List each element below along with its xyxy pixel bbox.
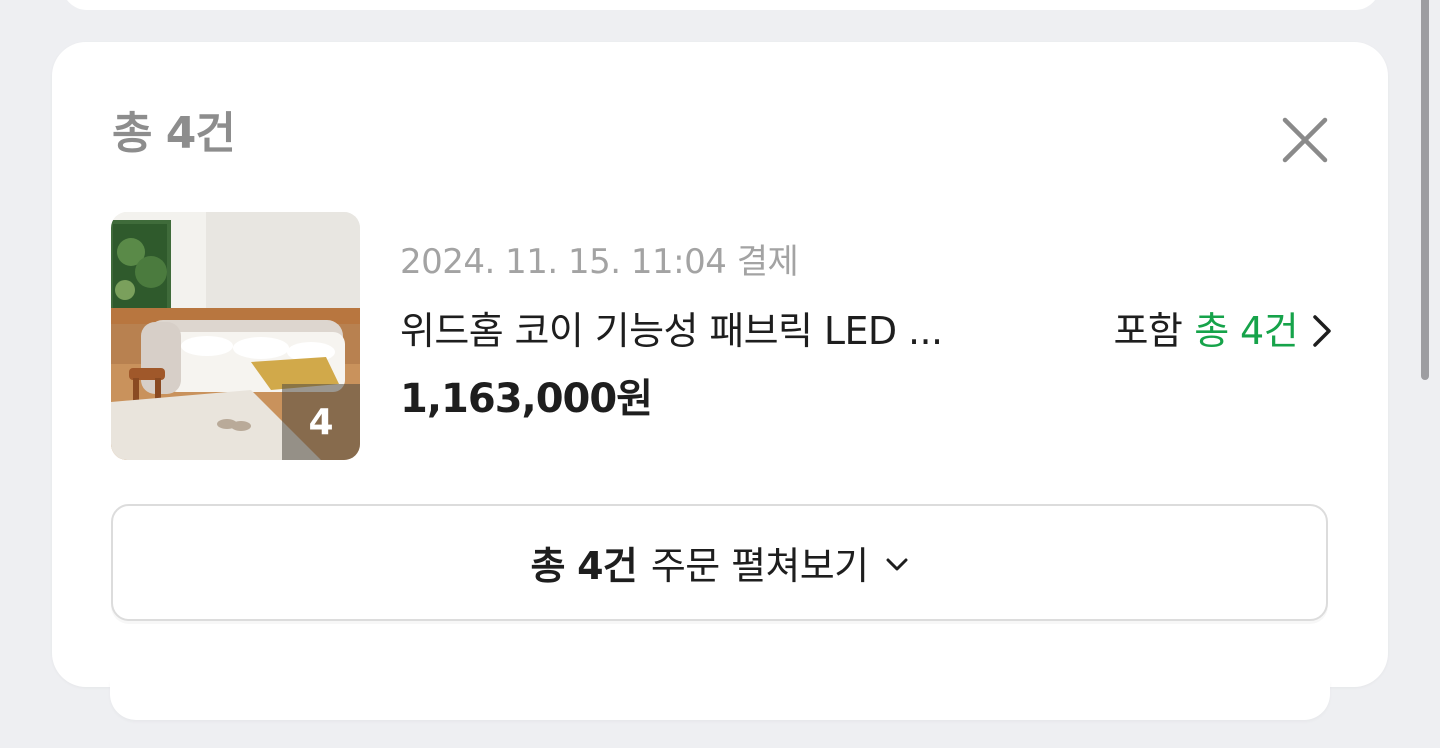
order-price: 1,163,000원 (400, 376, 653, 422)
scrollbar[interactable] (1421, 0, 1429, 380)
include-label: 포함 (1113, 309, 1183, 353)
chevron-down-icon (886, 558, 908, 570)
order-summary-card: 총 4건 4 2024. 11. 15. 11:04 결제 위드홈 코이 기능성… (52, 42, 1388, 687)
thumbnail-count-badge: 4 (282, 384, 360, 460)
chevron-right-icon (1313, 315, 1331, 347)
product-thumbnail[interactable]: 4 (111, 212, 360, 460)
product-name: 위드홈 코이 기능성 패브릭 LED ... (400, 309, 943, 353)
next-card-edge (110, 680, 1330, 720)
include-count: 총 4건 (1194, 309, 1298, 353)
included-items: 포함 총 4건 (1113, 306, 1332, 356)
total-count-title: 총 4건 (112, 108, 236, 159)
expand-count: 총 4건 (530, 544, 637, 588)
close-icon (1282, 117, 1328, 163)
previous-card-edge (62, 0, 1380, 10)
close-button[interactable] (1277, 112, 1333, 168)
order-date: 2024. 11. 15. 11:04 결제 (400, 242, 799, 282)
product-row-link[interactable]: 위드홈 코이 기능성 패브릭 LED ... 포함 총 4건 (400, 306, 1332, 356)
expand-orders-button[interactable]: 총 4건 주문 펼쳐보기 (111, 504, 1328, 621)
expand-label: 주문 펼쳐보기 (650, 544, 869, 588)
